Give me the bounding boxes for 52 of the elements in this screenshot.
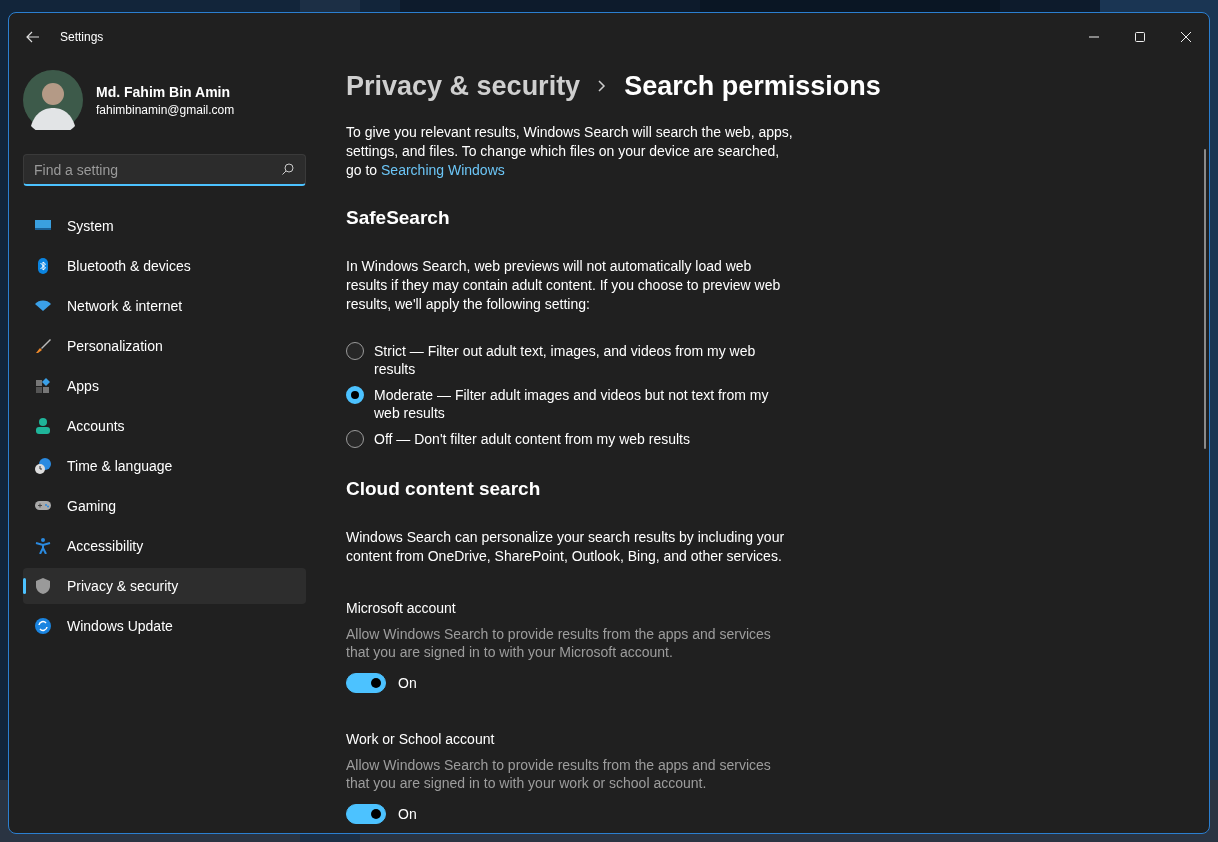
section-heading: Cloud content search	[346, 478, 542, 500]
radio-button[interactable]	[346, 430, 364, 448]
person-icon	[35, 418, 51, 434]
setting-title: Work or School account	[346, 731, 496, 747]
setting-description: Allow Windows Search to provide results from the apps and services that you are signed in to with your Microsoft account.	[346, 625, 772, 661]
radio-button[interactable]	[346, 342, 364, 360]
nav-item[interactable]: Apps	[23, 368, 306, 404]
radio-option[interactable]: Off — Don't filter adult content from my web results	[346, 430, 794, 448]
toggle-state: On	[398, 806, 417, 822]
breadcrumb-link[interactable]: Privacy & security	[346, 70, 581, 102]
nav-item[interactable]: Personalization	[23, 328, 306, 364]
avatar-icon[interactable]	[23, 70, 83, 130]
scrollbar[interactable]	[1204, 149, 1206, 449]
nav-item[interactable]: Network & internet	[23, 288, 306, 324]
toggle-switch[interactable]	[346, 804, 386, 824]
nav-item[interactable]: Windows Update	[23, 608, 306, 644]
search-icon	[282, 163, 294, 175]
nav-item[interactable]: Accounts	[23, 408, 306, 444]
section-description: Windows Search can personalize your search results by including your content from OneDrive, SharePoint, Outlook, Bing, and other services.	[346, 528, 786, 566]
setting-description: Allow Windows Search to provide results from the apps and services that you are signed in to with your work or school account.	[346, 756, 772, 792]
nav-item[interactable]: Time & language	[23, 448, 306, 484]
wifi-icon	[35, 298, 51, 314]
setting-title: Microsoft account	[346, 600, 457, 616]
close-icon[interactable]	[1181, 32, 1191, 42]
page-title: Search permissions	[624, 70, 881, 102]
nav-item[interactable]: Gaming	[23, 488, 306, 524]
user-email: fahimbinamin@gmail.com	[96, 102, 235, 117]
chevron-right-icon	[598, 80, 607, 92]
refresh-icon	[35, 618, 51, 634]
user-name: Md. Fahim Bin Amin	[96, 83, 232, 100]
bluetooth-icon	[35, 258, 51, 274]
section-heading: SafeSearch	[346, 207, 451, 229]
maximize-icon[interactable]	[1135, 32, 1145, 42]
nav-item[interactable]: Privacy & security	[23, 568, 306, 604]
window-title: Settings	[60, 30, 104, 44]
nav-item[interactable]: System	[23, 208, 306, 244]
radio-button[interactable]	[346, 386, 364, 404]
globe-clock-icon	[35, 458, 51, 474]
brush-icon	[35, 338, 51, 354]
search-field[interactable]: Find a setting	[23, 154, 306, 186]
apps-icon	[35, 378, 51, 394]
accessibility-icon	[35, 538, 51, 554]
toggle-state: On	[398, 675, 417, 691]
toggle-switch[interactable]	[346, 673, 386, 693]
nav-item[interactable]: Accessibility	[23, 528, 306, 564]
shield-icon	[35, 578, 51, 594]
back-icon[interactable]	[26, 31, 40, 43]
nav-item[interactable]: Bluetooth & devices	[23, 248, 306, 284]
intro-text: To give you relevant results, Windows Search will search the web, apps, settings, and files. To change which files on your device are searched, go to Searching Windows	[346, 123, 794, 180]
radio-label: Off — Don't filter adult content from my web results	[374, 430, 690, 448]
searching-windows-link[interactable]: Searching Windows	[381, 162, 505, 178]
section-description: In Windows Search, web previews will not automatically load web results if they may contain adult content. If you choose to preview web results, we'll apply the following setting:	[346, 257, 782, 314]
